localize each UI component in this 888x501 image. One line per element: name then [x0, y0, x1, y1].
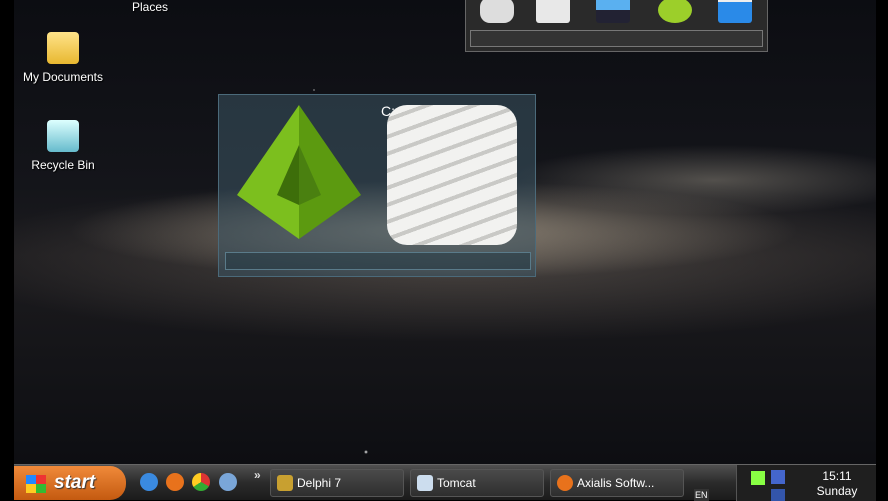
tray-green-icon[interactable] [751, 471, 765, 485]
recycle-bin-icon [47, 120, 79, 152]
pyramid-logo-icon [237, 105, 361, 239]
browser-icon[interactable] [219, 473, 237, 491]
icon-label: Recycle Bin [31, 158, 95, 172]
language-indicator[interactable]: EN [694, 489, 709, 501]
document-icon[interactable] [536, 0, 570, 23]
video-icon[interactable] [718, 0, 752, 23]
icon-label: Places [131, 0, 169, 14]
desktop: Places My Documents Recycle Bin C: [14, 0, 876, 464]
start-label: start [54, 472, 96, 493]
desktop-icon-my-documents[interactable]: My Documents [18, 32, 108, 84]
drive-gadget[interactable]: C: [218, 94, 536, 277]
tray-network-icon[interactable] [771, 489, 785, 501]
task-tomcat[interactable]: Tomcat [410, 469, 544, 497]
task-axialis[interactable]: Axialis Softw... [550, 469, 684, 497]
clock-time: 15:11 [822, 469, 852, 483]
dock-bar [470, 30, 763, 47]
chrome-icon[interactable] [192, 473, 210, 491]
task-label: Delphi 7 [297, 476, 342, 490]
quick-launch-overflow-button[interactable]: » [254, 468, 261, 482]
folder-icon [47, 32, 79, 64]
java-icon [417, 475, 433, 491]
firefox-icon[interactable] [166, 473, 184, 491]
task-label: Tomcat [437, 476, 476, 490]
drive-usage-bar [225, 252, 531, 270]
firefox-icon [557, 475, 573, 491]
clock[interactable]: 15:11 Sunday [797, 469, 877, 499]
music-icon[interactable] [658, 0, 692, 23]
windows-logo-icon [26, 475, 46, 493]
start-button[interactable]: start [14, 466, 126, 500]
delphi-icon [277, 475, 293, 491]
drive-icon[interactable] [387, 105, 517, 245]
robot-icon[interactable] [480, 0, 514, 23]
internet-explorer-icon[interactable] [140, 473, 158, 491]
system-tray: 15:11 Sunday [736, 465, 876, 501]
desktop-icon-recycle-bin[interactable]: Recycle Bin [18, 120, 108, 172]
dock-gadget [465, 0, 768, 52]
icon-label: My Documents [22, 70, 104, 84]
desktop-icon-places[interactable]: Places [105, 0, 195, 14]
clock-day: Sunday [816, 484, 858, 498]
tray-z-icon[interactable] [771, 470, 785, 484]
task-label: Axialis Softw... [577, 476, 655, 490]
picture-icon[interactable] [596, 0, 630, 23]
taskbar: start » Delphi 7 Tomcat Axialis Softw...… [14, 464, 876, 501]
task-delphi[interactable]: Delphi 7 [270, 469, 404, 497]
